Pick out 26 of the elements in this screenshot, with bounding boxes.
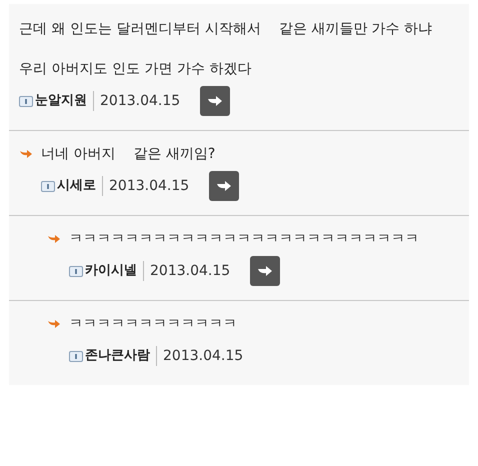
- reply-arrow-icon: [47, 319, 61, 329]
- arrow-button[interactable]: [200, 86, 230, 116]
- arrow-button[interactable]: [209, 171, 240, 201]
- author-name[interactable]: 카이시넬: [85, 261, 144, 281]
- arrow-button[interactable]: [250, 256, 280, 286]
- comment-date: 2013.04.15: [149, 262, 230, 280]
- comment-text: ㅋㅋㅋㅋㅋㅋㅋㅋㅋㅋㅋㅋㅋㅋㅋㅋㅋㅋㅋㅋㅋㅋㅋㅋㅋ: [69, 230, 419, 249]
- comment-text: 너네 아버지 같은 새끼임?: [41, 145, 216, 164]
- arrow-icon: [207, 95, 224, 107]
- author-name[interactable]: 존나큰사람: [85, 346, 157, 366]
- comment-text: ㅋㅋㅋㅋㅋㅋㅋㅋㅋㅋㅋㅋ: [69, 315, 237, 334]
- reply-arrow-icon: [47, 234, 61, 244]
- arrow-icon: [257, 265, 274, 277]
- id-card-icon: [69, 350, 83, 362]
- comment-date: 2013.04.15: [99, 92, 180, 110]
- id-card-icon: [69, 266, 83, 276]
- comment-date: 2013.04.15: [108, 176, 190, 196]
- comment-text: 우리 아버지도 인도 가면 가수 하겠다: [19, 60, 252, 79]
- id-card-icon: [41, 180, 55, 192]
- id-card-icon: [19, 96, 33, 106]
- author-name[interactable]: 눈알지원: [35, 91, 94, 111]
- comment-text: 근데 왜 인도는 달러멘디부터 시작해서 같은 새끼들만 가수 하냐: [19, 20, 432, 39]
- comment-date: 2013.04.15: [162, 346, 244, 366]
- reply-arrow-icon: [19, 149, 33, 159]
- author-name[interactable]: 시세로: [57, 176, 103, 196]
- arrow-icon: [216, 180, 232, 192]
